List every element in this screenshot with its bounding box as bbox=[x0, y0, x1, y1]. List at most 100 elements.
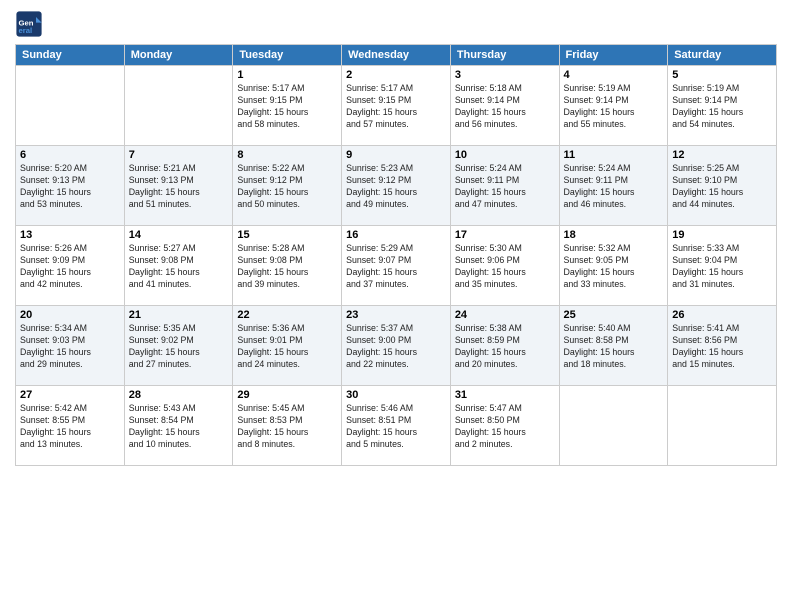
day-info: Sunrise: 5:42 AMSunset: 8:55 PMDaylight:… bbox=[20, 403, 120, 451]
day-cell: 7 Sunrise: 5:21 AMSunset: 9:13 PMDaylight… bbox=[124, 146, 233, 226]
day-number: 8 bbox=[237, 149, 337, 161]
svg-text:eral: eral bbox=[19, 26, 33, 35]
day-cell: 5 Sunrise: 5:19 AMSunset: 9:14 PMDaylight… bbox=[668, 66, 777, 146]
page-header: Gen eral bbox=[15, 10, 777, 38]
day-number: 13 bbox=[20, 229, 120, 241]
day-cell: 2Sunrise: 5:17 AMSunset: 9:15 PMDaylight… bbox=[342, 66, 451, 146]
day-number: 31 bbox=[455, 389, 555, 401]
week-row-1: 1Sunrise: 5:17 AMSunset: 9:15 PMDaylight… bbox=[16, 66, 777, 146]
day-info: Sunrise: 5:34 AMSunset: 9:03 PMDaylight:… bbox=[20, 323, 120, 371]
day-cell: 24 Sunrise: 5:38 AMSunset: 8:59 PMDayligh… bbox=[450, 306, 559, 386]
day-cell bbox=[124, 66, 233, 146]
day-cell: 25Sunrise: 5:40 AMSunset: 8:58 PMDayligh… bbox=[559, 306, 668, 386]
day-number: 3 bbox=[455, 69, 555, 81]
day-number: 19 bbox=[672, 229, 772, 241]
day-cell: 27 Sunrise: 5:42 AMSunset: 8:55 PMDayligh… bbox=[16, 386, 125, 466]
day-info: Sunrise: 5:18 AMSunset: 9:14 PMDaylight:… bbox=[455, 83, 555, 131]
calendar-table: SundayMondayTuesdayWednesdayThursdayFrid… bbox=[15, 44, 777, 466]
day-info: Sunrise: 5:24 AMSunset: 9:11 PMDaylight:… bbox=[455, 163, 555, 211]
day-cell: 28Sunrise: 5:43 AMSunset: 8:54 PMDayligh… bbox=[124, 386, 233, 466]
day-info: Sunrise: 5:38 AMSunset: 8:59 PMDaylight:… bbox=[455, 323, 555, 371]
day-info: Sunrise: 5:22 AMSunset: 9:12 PMDaylight:… bbox=[237, 163, 337, 211]
day-number: 23 bbox=[346, 309, 446, 321]
logo: Gen eral bbox=[15, 10, 45, 38]
day-number: 27 bbox=[20, 389, 120, 401]
day-number: 24 bbox=[455, 309, 555, 321]
day-info: Sunrise: 5:17 AMSunset: 9:15 PMDaylight:… bbox=[346, 83, 446, 131]
day-info: Sunrise: 5:20 AMSunset: 9:13 PMDaylight:… bbox=[20, 163, 120, 211]
day-cell: 3 Sunrise: 5:18 AMSunset: 9:14 PMDaylight… bbox=[450, 66, 559, 146]
day-cell: 14Sunrise: 5:27 AMSunset: 9:08 PMDayligh… bbox=[124, 226, 233, 306]
day-number: 17 bbox=[455, 229, 555, 241]
day-number: 18 bbox=[564, 229, 664, 241]
day-cell: 17 Sunrise: 5:30 AMSunset: 9:06 PMDayligh… bbox=[450, 226, 559, 306]
day-cell: 15Sunrise: 5:28 AMSunset: 9:08 PMDayligh… bbox=[233, 226, 342, 306]
day-info: Sunrise: 5:40 AMSunset: 8:58 PMDaylight:… bbox=[564, 323, 664, 371]
day-cell: 19 Sunrise: 5:33 AMSunset: 9:04 PMDayligh… bbox=[668, 226, 777, 306]
day-info: Sunrise: 5:41 AMSunset: 8:56 PMDaylight:… bbox=[672, 323, 772, 371]
day-info: Sunrise: 5:25 AMSunset: 9:10 PMDaylight:… bbox=[672, 163, 772, 211]
day-cell: 10 Sunrise: 5:24 AMSunset: 9:11 PMDayligh… bbox=[450, 146, 559, 226]
col-header-sunday: Sunday bbox=[16, 45, 125, 66]
day-cell: 16 Sunrise: 5:29 AMSunset: 9:07 PMDayligh… bbox=[342, 226, 451, 306]
day-number: 21 bbox=[129, 309, 229, 321]
day-number: 12 bbox=[672, 149, 772, 161]
day-cell: 26 Sunrise: 5:41 AMSunset: 8:56 PMDayligh… bbox=[668, 306, 777, 386]
day-info: Sunrise: 5:33 AMSunset: 9:04 PMDaylight:… bbox=[672, 243, 772, 291]
day-cell: 23 Sunrise: 5:37 AMSunset: 9:00 PMDayligh… bbox=[342, 306, 451, 386]
day-info: Sunrise: 5:23 AMSunset: 9:12 PMDaylight:… bbox=[346, 163, 446, 211]
day-number: 5 bbox=[672, 69, 772, 81]
day-cell: 13 Sunrise: 5:26 AMSunset: 9:09 PMDayligh… bbox=[16, 226, 125, 306]
day-number: 14 bbox=[129, 229, 229, 241]
day-info: Sunrise: 5:26 AMSunset: 9:09 PMDaylight:… bbox=[20, 243, 120, 291]
day-cell: 21 Sunrise: 5:35 AMSunset: 9:02 PMDayligh… bbox=[124, 306, 233, 386]
day-number: 6 bbox=[20, 149, 120, 161]
week-row-4: 20 Sunrise: 5:34 AMSunset: 9:03 PMDayligh… bbox=[16, 306, 777, 386]
day-info: Sunrise: 5:46 AMSunset: 8:51 PMDaylight:… bbox=[346, 403, 446, 451]
day-cell: 22 Sunrise: 5:36 AMSunset: 9:01 PMDayligh… bbox=[233, 306, 342, 386]
week-row-5: 27 Sunrise: 5:42 AMSunset: 8:55 PMDayligh… bbox=[16, 386, 777, 466]
col-header-tuesday: Tuesday bbox=[233, 45, 342, 66]
day-info: Sunrise: 5:30 AMSunset: 9:06 PMDaylight:… bbox=[455, 243, 555, 291]
day-number: 28 bbox=[129, 389, 229, 401]
day-cell: 30 Sunrise: 5:46 AMSunset: 8:51 PMDayligh… bbox=[342, 386, 451, 466]
day-info: Sunrise: 5:19 AMSunset: 9:14 PMDaylight:… bbox=[672, 83, 772, 131]
day-info: Sunrise: 5:17 AMSunset: 9:15 PMDaylight:… bbox=[237, 83, 337, 131]
day-number: 20 bbox=[20, 309, 120, 321]
day-cell: 4 Sunrise: 5:19 AMSunset: 9:14 PMDaylight… bbox=[559, 66, 668, 146]
day-cell: 31Sunrise: 5:47 AMSunset: 8:50 PMDayligh… bbox=[450, 386, 559, 466]
day-cell: 11Sunrise: 5:24 AMSunset: 9:11 PMDayligh… bbox=[559, 146, 668, 226]
day-number: 11 bbox=[564, 149, 664, 161]
day-number: 9 bbox=[346, 149, 446, 161]
day-cell bbox=[16, 66, 125, 146]
day-cell: 20 Sunrise: 5:34 AMSunset: 9:03 PMDayligh… bbox=[16, 306, 125, 386]
day-info: Sunrise: 5:29 AMSunset: 9:07 PMDaylight:… bbox=[346, 243, 446, 291]
day-cell bbox=[668, 386, 777, 466]
day-info: Sunrise: 5:32 AMSunset: 9:05 PMDaylight:… bbox=[564, 243, 664, 291]
week-row-3: 13 Sunrise: 5:26 AMSunset: 9:09 PMDayligh… bbox=[16, 226, 777, 306]
day-info: Sunrise: 5:45 AMSunset: 8:53 PMDaylight:… bbox=[237, 403, 337, 451]
day-number: 30 bbox=[346, 389, 446, 401]
col-header-monday: Monday bbox=[124, 45, 233, 66]
day-number: 10 bbox=[455, 149, 555, 161]
day-info: Sunrise: 5:21 AMSunset: 9:13 PMDaylight:… bbox=[129, 163, 229, 211]
day-info: Sunrise: 5:37 AMSunset: 9:00 PMDaylight:… bbox=[346, 323, 446, 371]
col-header-wednesday: Wednesday bbox=[342, 45, 451, 66]
day-number: 22 bbox=[237, 309, 337, 321]
day-number: 16 bbox=[346, 229, 446, 241]
calendar-header-row: SundayMondayTuesdayWednesdayThursdayFrid… bbox=[16, 45, 777, 66]
day-info: Sunrise: 5:35 AMSunset: 9:02 PMDaylight:… bbox=[129, 323, 229, 371]
week-row-2: 6 Sunrise: 5:20 AMSunset: 9:13 PMDaylight… bbox=[16, 146, 777, 226]
day-number: 7 bbox=[129, 149, 229, 161]
day-cell: 6 Sunrise: 5:20 AMSunset: 9:13 PMDaylight… bbox=[16, 146, 125, 226]
day-cell bbox=[559, 386, 668, 466]
day-number: 4 bbox=[564, 69, 664, 81]
day-info: Sunrise: 5:36 AMSunset: 9:01 PMDaylight:… bbox=[237, 323, 337, 371]
day-info: Sunrise: 5:19 AMSunset: 9:14 PMDaylight:… bbox=[564, 83, 664, 131]
logo-icon: Gen eral bbox=[15, 10, 43, 38]
day-cell: 18 Sunrise: 5:32 AMSunset: 9:05 PMDayligh… bbox=[559, 226, 668, 306]
day-number: 26 bbox=[672, 309, 772, 321]
day-cell: 29Sunrise: 5:45 AMSunset: 8:53 PMDayligh… bbox=[233, 386, 342, 466]
day-cell: 1Sunrise: 5:17 AMSunset: 9:15 PMDaylight… bbox=[233, 66, 342, 146]
day-number: 15 bbox=[237, 229, 337, 241]
